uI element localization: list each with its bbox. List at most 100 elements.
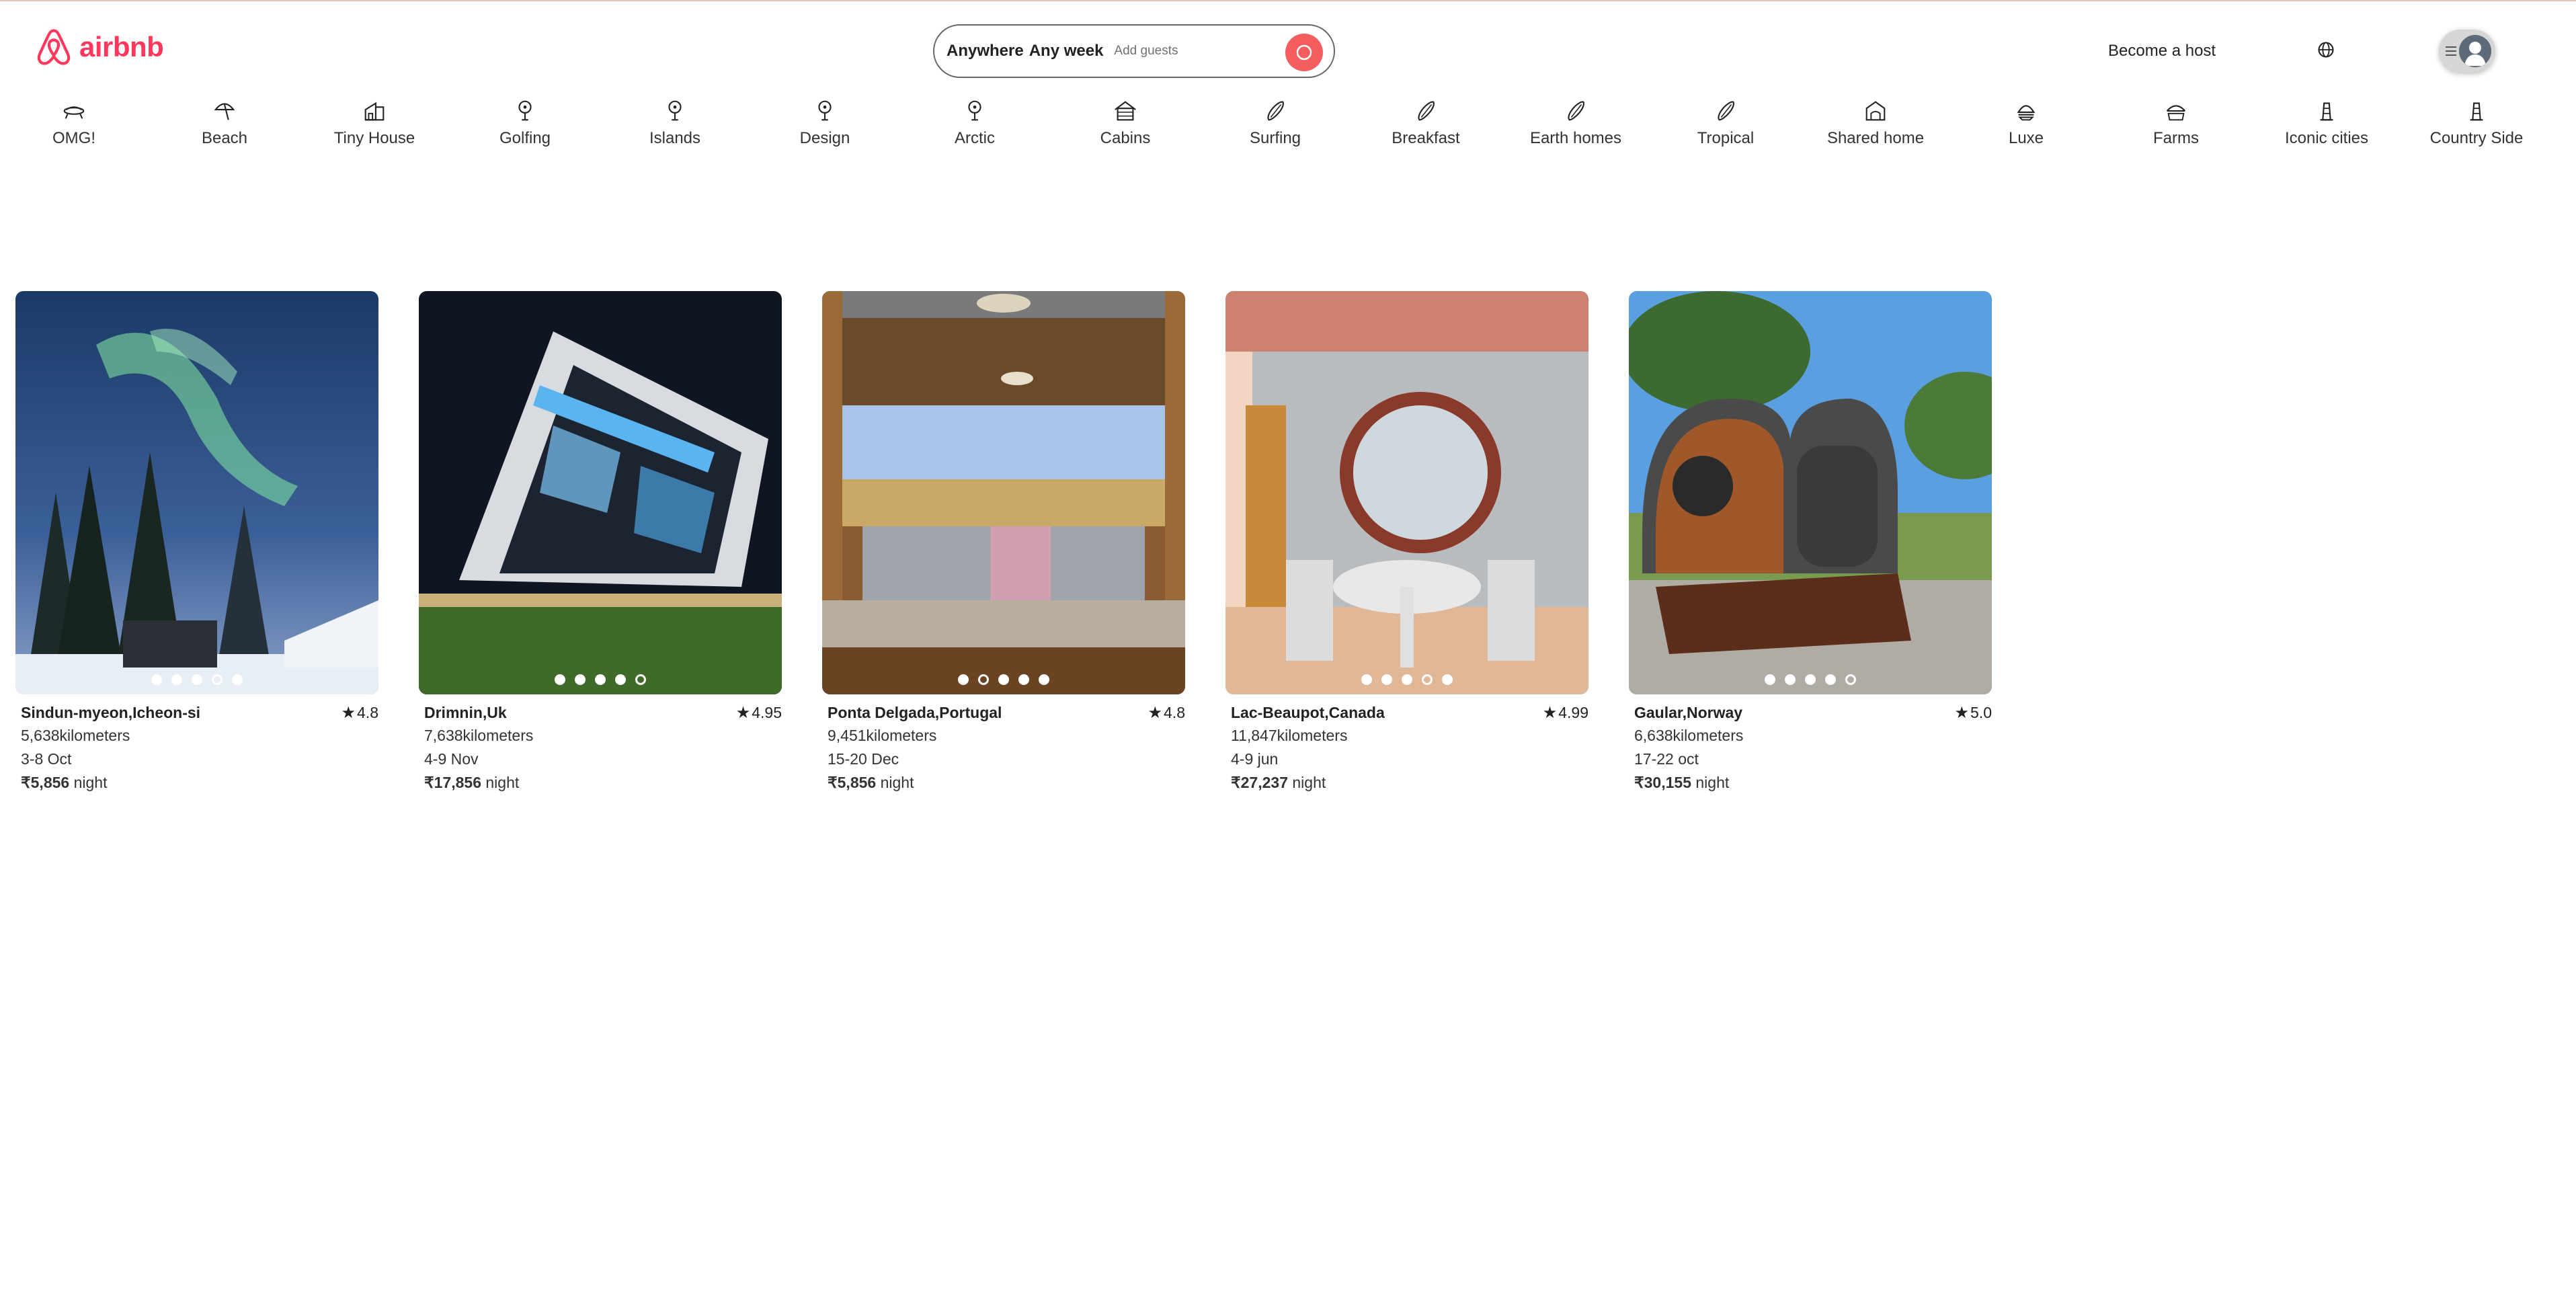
- category-luxe[interactable]: Luxe: [1952, 98, 2100, 148]
- carousel-dot[interactable]: [1765, 674, 1775, 685]
- carousel-dot[interactable]: [555, 674, 565, 685]
- carousel-dot[interactable]: [615, 674, 626, 685]
- category-bar: OMG! Beach Tiny House Golfing Islands Design A…: [0, 98, 2576, 152]
- carousel-dot[interactable]: [151, 674, 162, 685]
- listing-photo[interactable]: [1629, 291, 1992, 694]
- logo-text: airbnb: [79, 31, 164, 63]
- category-cabins[interactable]: Cabins: [1051, 98, 1199, 148]
- listing-info: Sindun-myeon,Icheon-si ★4.8 5,638kilometer…: [15, 694, 378, 795]
- search-button[interactable]: [1285, 34, 1323, 71]
- listing-image: [419, 291, 782, 694]
- listing-photo[interactable]: [822, 291, 1185, 694]
- shared-home-icon: [1865, 101, 1886, 121]
- carousel-dot[interactable]: [1361, 674, 1372, 685]
- listing-price: ₹5,856 night: [21, 771, 373, 795]
- surfboard-icon: [1718, 101, 1734, 121]
- carousel-dot[interactable]: [1845, 674, 1856, 685]
- carousel-dot[interactable]: [1039, 674, 1049, 685]
- category-label: Islands: [649, 129, 701, 147]
- listing-photo[interactable]: [15, 291, 378, 694]
- become-host-link[interactable]: Become a host: [2108, 42, 2216, 60]
- listing-image: [1629, 291, 1992, 694]
- carousel-dot[interactable]: [1402, 674, 1412, 685]
- listing-info: Ponta Delgada,Portugal ★4.8 9,451kilometer…: [822, 694, 1185, 795]
- category-shared-home[interactable]: Shared home: [1802, 98, 1949, 148]
- carousel-dot[interactable]: [1442, 674, 1453, 685]
- price-unit: night: [1695, 774, 1730, 791]
- airbnb-logo-icon: [37, 29, 71, 65]
- price-amount: ₹5,856: [21, 774, 70, 791]
- carousel-dot[interactable]: [1805, 674, 1816, 685]
- category-label: Arctic: [955, 129, 995, 147]
- carousel-dot[interactable]: [978, 674, 989, 685]
- category-breakfast[interactable]: Breakfast: [1352, 98, 1500, 148]
- listing-image: [822, 291, 1185, 694]
- carousel-dot[interactable]: [1422, 674, 1433, 685]
- listing-card[interactable]: Gaular,Norway ★5.0 6,638kilometers 17-22 oc…: [1629, 291, 1992, 795]
- rating-value: 5.0: [1970, 704, 1992, 721]
- category-label: Farms: [2153, 129, 2199, 147]
- carousel-dots: [419, 674, 782, 685]
- category-omg[interactable]: OMG!: [0, 98, 148, 148]
- listing-image: [1225, 291, 1588, 694]
- search-bar[interactable]: Anywhere Any week Add guests: [933, 24, 1335, 78]
- carousel-dot[interactable]: [998, 674, 1009, 685]
- carousel-dot[interactable]: [958, 674, 969, 685]
- carousel-dot[interactable]: [595, 674, 606, 685]
- listing-card[interactable]: Sindun-myeon,Icheon-si ★4.8 5,638kilometer…: [15, 291, 378, 795]
- pin-icon: [968, 100, 981, 121]
- category-arctic[interactable]: Arctic: [901, 98, 1049, 148]
- listing-dates: 15-20 Dec: [828, 750, 899, 768]
- category-iconic-cities[interactable]: Iconic cities: [2253, 98, 2401, 148]
- carousel-dot[interactable]: [192, 674, 202, 685]
- ufo-icon: [63, 106, 85, 119]
- top-accent-line: [0, 0, 2576, 1]
- carousel-dot[interactable]: [1381, 674, 1392, 685]
- category-beach[interactable]: Beach: [151, 98, 298, 148]
- search-any-week[interactable]: Any week: [1029, 42, 1104, 60]
- listing-info: Drimnin,Uk ★4.95 7,638kilometers 4-9 Nov ₹17…: [419, 694, 782, 795]
- globe-icon[interactable]: [2317, 40, 2335, 59]
- listing-photo[interactable]: [419, 291, 782, 694]
- rating-value: 4.8: [357, 704, 378, 721]
- category-earth-homes[interactable]: Earth homes: [1502, 98, 1650, 148]
- carousel-dot[interactable]: [575, 674, 586, 685]
- category-golfing[interactable]: Golfing: [451, 98, 599, 148]
- category-islands[interactable]: Islands: [601, 98, 749, 148]
- surfboard-icon: [1267, 101, 1284, 121]
- category-farms[interactable]: Farms: [2102, 98, 2250, 148]
- airbnb-logo[interactable]: airbnb: [35, 27, 164, 67]
- category-tropical[interactable]: Tropical: [1652, 98, 1800, 148]
- category-label: Golfing: [499, 129, 551, 147]
- search-anywhere[interactable]: Anywhere: [947, 42, 1024, 60]
- category-design[interactable]: Design: [751, 98, 899, 148]
- category-label: Country Side: [2429, 129, 2524, 147]
- category-label: Design: [799, 129, 850, 147]
- search-add-guests[interactable]: Add guests: [1114, 44, 1178, 58]
- carousel-dot[interactable]: [171, 674, 182, 685]
- price-unit: night: [880, 774, 914, 791]
- carousel-dots: [15, 674, 378, 685]
- listing-rating: ★4.8: [1148, 701, 1186, 725]
- carousel-dot[interactable]: [1825, 674, 1836, 685]
- listing-info: Lac-Beaupot,Canada ★4.99 11,847kilometers 4…: [1225, 694, 1588, 795]
- listing-photo[interactable]: [1225, 291, 1588, 694]
- listing-dates: 17-22 oct: [1634, 750, 1699, 768]
- star-icon: ★: [1148, 704, 1163, 722]
- profile-menu-button[interactable]: [2439, 30, 2495, 73]
- listing-card[interactable]: Ponta Delgada,Portugal ★4.8 9,451kilometer…: [822, 291, 1185, 795]
- listing-dates: 4-9 jun: [1231, 750, 1279, 768]
- carousel-dot[interactable]: [1785, 674, 1796, 685]
- carousel-dot[interactable]: [212, 674, 223, 685]
- carousel-dot[interactable]: [232, 674, 243, 685]
- carousel-dot[interactable]: [635, 674, 646, 685]
- category-country-side[interactable]: Country Side: [2403, 98, 2550, 148]
- category-surfing[interactable]: Surfing: [1201, 98, 1349, 148]
- price-unit: night: [73, 774, 108, 791]
- carousel-dots: [822, 674, 1185, 685]
- carousel-dot[interactable]: [1018, 674, 1029, 685]
- listing-card[interactable]: Drimnin,Uk ★4.95 7,638kilometers 4-9 Nov ₹17…: [419, 291, 782, 795]
- listing-card[interactable]: Lac-Beaupot,Canada ★4.99 11,847kilometers 4…: [1225, 291, 1588, 795]
- category-tiny-house[interactable]: Tiny House: [300, 98, 448, 148]
- umbrella-icon: [214, 103, 235, 120]
